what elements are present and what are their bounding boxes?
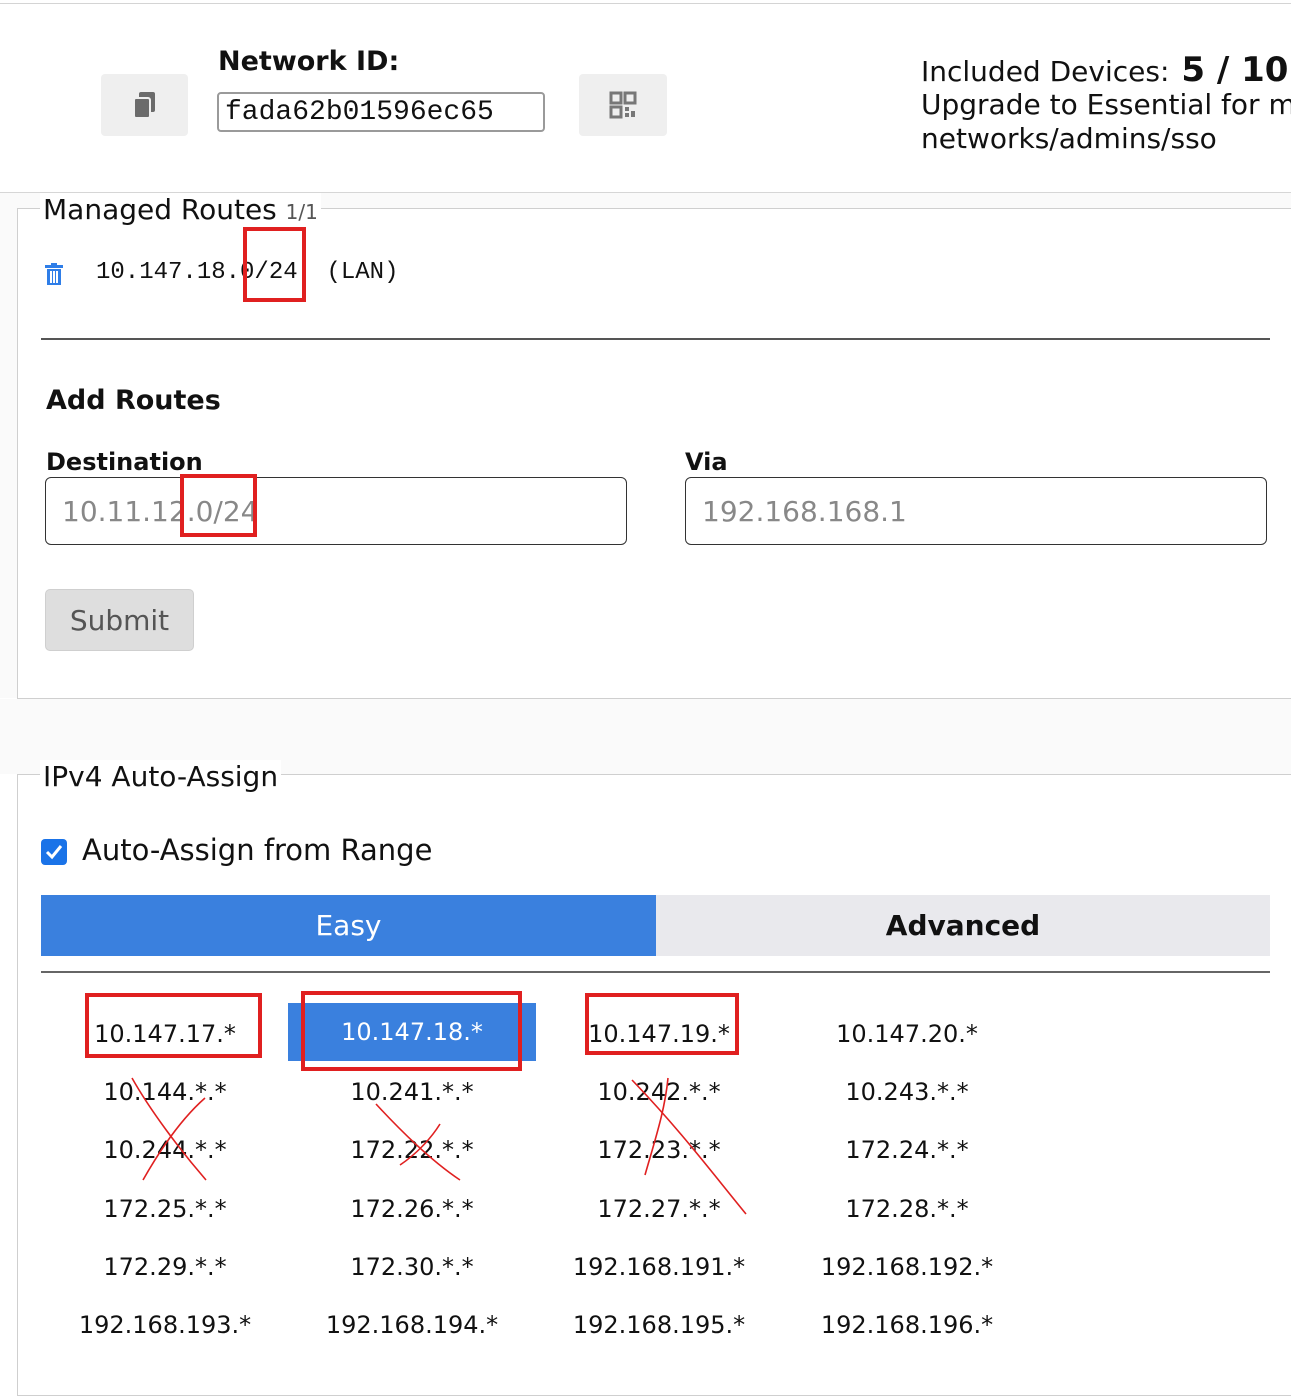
copy-network-id-button[interactable] [101, 74, 188, 136]
route-item: 10.147.18.0/24 (LAN) [96, 259, 398, 286]
delete-route-button[interactable] [44, 263, 64, 289]
range-option[interactable]: 172.27.*.* [535, 1186, 783, 1232]
upgrade-text-line2: networks/admins/sso [921, 122, 1217, 155]
range-option[interactable]: 10.147.19.* [535, 1011, 783, 1057]
included-devices-label: Included Devices: [921, 55, 1170, 88]
auto-assign-checkbox[interactable] [41, 839, 67, 865]
range-option[interactable]: 10.144.*.* [41, 1069, 289, 1115]
range-option[interactable]: 172.28.*.* [783, 1186, 1031, 1232]
network-id-field[interactable]: fada62b01596ec65 [217, 92, 545, 132]
included-devices-count: 5 / 10 [1181, 50, 1289, 90]
checkmark-icon [45, 845, 63, 860]
included-devices: Included Devices: 5 / 10 [921, 50, 1288, 90]
network-id-label: Network ID: [218, 46, 400, 77]
copy-icon [132, 92, 155, 119]
route-destination: 10.147.18.0/24 [96, 259, 298, 286]
range-option[interactable]: 172.29.*.* [41, 1244, 289, 1290]
destination-input[interactable] [45, 477, 627, 545]
range-option[interactable]: 172.24.*.* [783, 1127, 1031, 1173]
via-input[interactable] [685, 477, 1267, 545]
upgrade-text: Upgrade to Essential for more networks/a… [921, 88, 1291, 156]
submit-button[interactable]: Submit [45, 589, 194, 651]
range-option[interactable]: 10.147.17.* [41, 1011, 289, 1057]
divider [41, 971, 1270, 973]
tab-advanced[interactable]: Advanced [656, 895, 1270, 956]
divider [41, 338, 1270, 340]
managed-routes-title: Managed Routes 1/1 [40, 193, 321, 226]
range-option[interactable]: 192.168.191.* [535, 1244, 783, 1290]
range-option[interactable]: 192.168.194.* [288, 1302, 536, 1348]
range-option[interactable]: 172.22.*.* [288, 1127, 536, 1173]
upgrade-text-line1: Upgrade to Essential for more [921, 88, 1291, 121]
destination-label: Destination [46, 448, 203, 476]
top-border [0, 3, 1291, 4]
range-option[interactable]: 172.30.*.* [288, 1244, 536, 1290]
range-option[interactable]: 192.168.196.* [783, 1302, 1031, 1348]
add-routes-title: Add Routes [46, 385, 221, 416]
managed-routes-title-text: Managed Routes [43, 193, 277, 226]
qr-code-icon [609, 91, 637, 119]
range-option[interactable]: 192.168.193.* [41, 1302, 289, 1348]
range-option[interactable]: 172.25.*.* [41, 1186, 289, 1232]
range-option[interactable]: 192.168.192.* [783, 1244, 1031, 1290]
tab-easy[interactable]: Easy [41, 895, 656, 956]
range-option[interactable]: 10.147.18.* [288, 1003, 536, 1061]
auto-assign-label[interactable]: Auto-Assign from Range [82, 833, 432, 867]
range-option[interactable]: 192.168.195.* [535, 1302, 783, 1348]
qr-code-button[interactable] [579, 74, 667, 136]
range-option[interactable]: 10.241.*.* [288, 1069, 536, 1115]
via-label: Via [685, 448, 728, 476]
range-option[interactable]: 172.26.*.* [288, 1186, 536, 1232]
range-option[interactable]: 10.242.*.* [535, 1069, 783, 1115]
range-option[interactable]: 10.243.*.* [783, 1069, 1031, 1115]
range-option[interactable]: 172.23.*.* [535, 1127, 783, 1173]
managed-routes-count: 1/1 [285, 200, 318, 224]
range-option[interactable]: 10.244.*.* [41, 1127, 289, 1173]
ipv4-title: IPv4 Auto-Assign [40, 760, 282, 793]
range-option[interactable]: 10.147.20.* [783, 1011, 1031, 1057]
trash-icon [45, 263, 63, 285]
route-via: (LAN) [326, 259, 399, 286]
